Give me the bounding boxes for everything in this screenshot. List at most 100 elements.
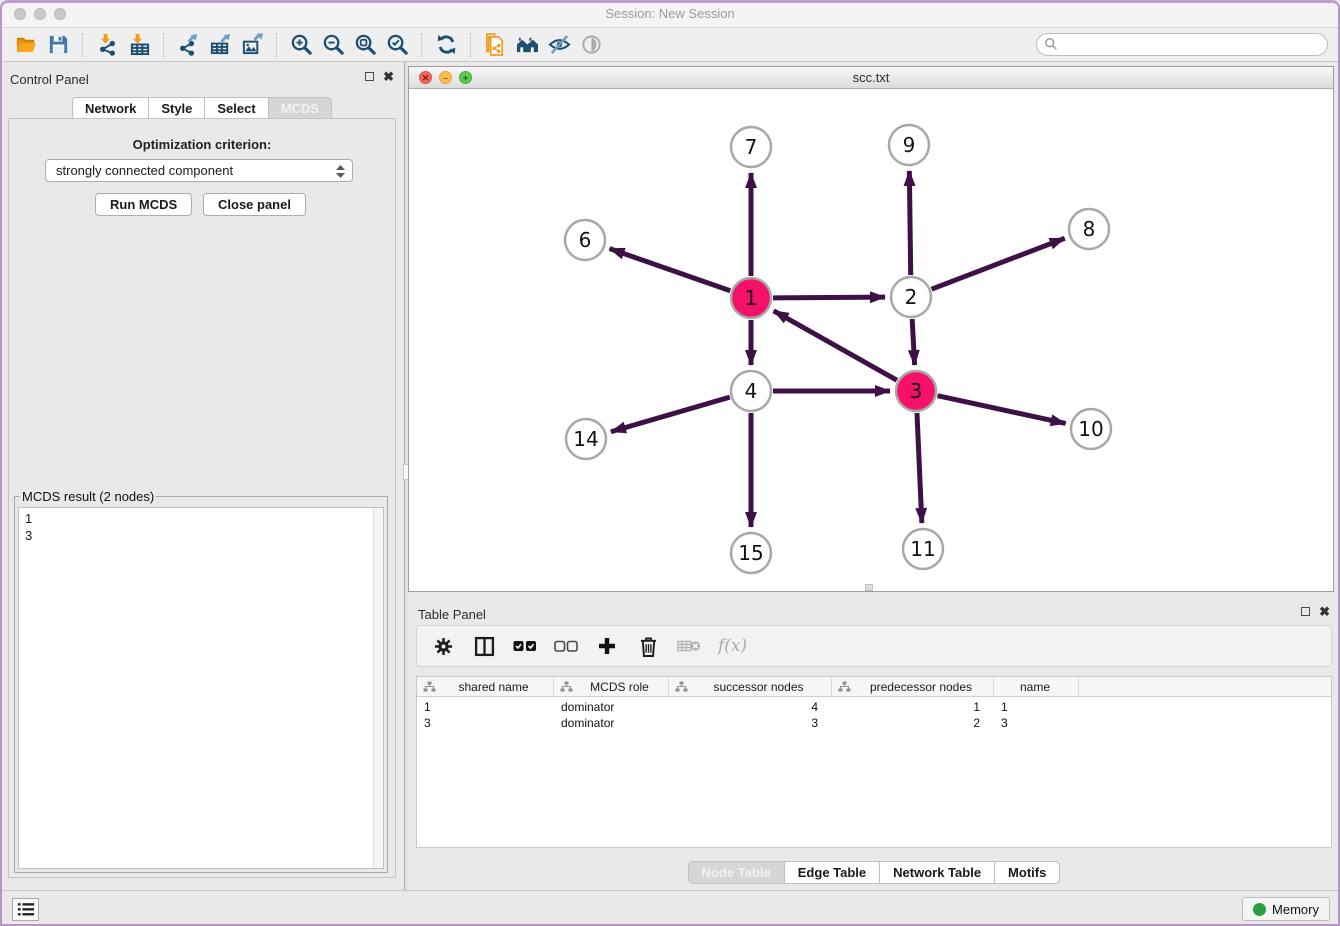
import-table-button[interactable] — [123, 31, 155, 59]
export-network-button[interactable] — [172, 31, 204, 59]
control-panel-title: Control Panel — [10, 72, 89, 87]
graph-edge-4-14[interactable] — [611, 397, 730, 432]
export-image-button[interactable] — [236, 31, 268, 59]
graph-edge-2-8[interactable] — [932, 238, 1065, 289]
dropdown-chevrons-icon — [335, 164, 346, 179]
node-table: shared nameMCDS rolesuccessor nodes prede… — [416, 676, 1332, 848]
show-all-hidden-button[interactable] — [575, 31, 607, 59]
tab-style[interactable]: Style — [148, 97, 205, 120]
graph-node-15[interactable]: 15 — [731, 533, 771, 573]
export-network-icon — [177, 33, 200, 56]
zoom-out-button[interactable] — [317, 31, 349, 59]
clone-network-icon — [484, 33, 507, 56]
float-panel-icon[interactable] — [365, 72, 374, 81]
graph-edge-3-11[interactable] — [917, 413, 922, 523]
close-panel-icon[interactable]: ✖ — [383, 71, 394, 82]
search-input[interactable] — [1036, 33, 1328, 56]
refresh-icon — [435, 33, 458, 56]
control-panel: Control Panel ✖ NetworkStyleSelectMCDS O… — [0, 62, 404, 890]
column-header-successor-nodes[interactable]: successor nodes — [669, 677, 832, 696]
table-row[interactable]: 1dominator411 — [417, 700, 1331, 716]
table-body: 1dominator4113dominator323 — [417, 700, 1331, 732]
clone-network-button[interactable] — [479, 31, 511, 59]
application-window: Session: New Session — [0, 0, 1340, 926]
toolbar-separator — [163, 33, 164, 57]
criterion-dropdown[interactable]: strongly connected component — [45, 159, 353, 182]
unselect-all-columns-button[interactable] — [554, 634, 578, 658]
graph-edge-2-3[interactable] — [912, 319, 914, 365]
mcds-result-text[interactable]: 13 — [18, 507, 384, 869]
tab-mcds[interactable]: MCDS — [268, 97, 332, 120]
zoom-selected-button[interactable] — [381, 31, 413, 59]
task-history-button[interactable] — [12, 898, 39, 921]
tab-network-table[interactable]: Network Table — [879, 861, 995, 884]
add-column-button[interactable] — [595, 634, 619, 658]
tab-edge-table[interactable]: Edge Table — [784, 861, 880, 884]
zoom-fit-button[interactable] — [349, 31, 381, 59]
graph-node-1[interactable]: 1 — [731, 278, 771, 318]
graph-node-3[interactable]: 3 — [896, 371, 936, 411]
table-cell-predecessor-nodes: 1 — [832, 700, 994, 716]
apply-function-button[interactable]: f(x) — [718, 636, 747, 656]
tab-motifs[interactable]: Motifs — [994, 861, 1060, 884]
float-panel-icon[interactable] — [1301, 607, 1310, 616]
graph-edge-1-2[interactable] — [773, 297, 885, 298]
tab-node-table[interactable]: Node Table — [688, 861, 785, 884]
table-cell-shared-name: 3 — [417, 716, 554, 732]
graph-node-label: 3 — [910, 379, 923, 403]
graph-node-8[interactable]: 8 — [1069, 209, 1109, 249]
refresh-button[interactable] — [430, 31, 462, 59]
table-cell-shared-name: 1 — [417, 700, 554, 716]
graph-node-10[interactable]: 10 — [1071, 409, 1111, 449]
mcds-result-box: MCDS result (2 nodes) 13 — [14, 489, 388, 873]
column-header-mcds-role[interactable]: MCDS role — [554, 677, 669, 696]
export-table-button[interactable] — [204, 31, 236, 59]
delete-columns-button[interactable] — [636, 634, 660, 658]
network-canvas[interactable]: 1 2 3 4 6 7 8 9 10 11 14 15 — [409, 89, 1333, 591]
home-layout-button[interactable] — [511, 31, 543, 59]
graph-node-11[interactable]: 11 — [903, 529, 943, 569]
column-header-predecessor-nodes[interactable]: predecessor nodes — [832, 677, 994, 696]
import-table-icon — [128, 33, 151, 56]
graph-edge-3-1[interactable] — [774, 311, 897, 380]
network-graph: 1 2 3 4 6 7 8 9 10 11 14 15 — [409, 89, 1333, 591]
save-session-button[interactable] — [42, 31, 74, 59]
close-panel-icon[interactable]: ✖ — [1319, 606, 1330, 617]
graph-edge-3-10[interactable] — [937, 396, 1065, 424]
memory-button[interactable]: Memory — [1242, 897, 1330, 921]
table-row[interactable]: 3dominator323 — [417, 716, 1331, 732]
column-header-name[interactable]: name — [994, 677, 1079, 696]
graph-node-2[interactable]: 2 — [891, 277, 931, 317]
optimization-criterion-label: Optimization criterion: — [9, 137, 395, 152]
graph-node-14[interactable]: 14 — [566, 419, 606, 459]
graph-node-6[interactable]: 6 — [565, 220, 605, 260]
show-columns-button[interactable] — [472, 634, 496, 658]
tab-select[interactable]: Select — [204, 97, 268, 120]
column-header-label: predecessor nodes — [857, 680, 993, 694]
graph-edge-2-9[interactable] — [909, 171, 910, 275]
graph-node-7[interactable]: 7 — [731, 127, 771, 167]
column-header-shared-name[interactable]: shared name — [417, 677, 554, 696]
hide-selected-button[interactable] — [543, 31, 575, 59]
delete-table-button[interactable] — [677, 634, 701, 658]
result-scrollbar[interactable] — [373, 508, 383, 868]
search-box — [1036, 33, 1328, 56]
close-panel-button[interactable]: Close panel — [203, 193, 306, 216]
graph-edge-1-6[interactable] — [610, 249, 731, 291]
network-window-titlebar[interactable]: ✕ – + scc.txt — [409, 67, 1333, 89]
graph-node-4[interactable]: 4 — [731, 371, 771, 411]
open-session-button[interactable] — [10, 31, 42, 59]
window-titlebar[interactable]: Session: New Session — [0, 0, 1340, 28]
zoom-in-button[interactable] — [285, 31, 317, 59]
toolbar-separator — [82, 33, 83, 57]
eye-disabled-icon — [580, 33, 603, 56]
open-folder-icon — [15, 33, 38, 56]
run-mcds-button[interactable]: Run MCDS — [95, 193, 192, 216]
graph-node-9[interactable]: 9 — [889, 125, 929, 165]
network-resize-handle[interactable] — [865, 584, 873, 591]
table-settings-button[interactable] — [431, 634, 455, 658]
table-toolbar: f(x) — [416, 625, 1332, 667]
import-network-button[interactable] — [91, 31, 123, 59]
tab-network[interactable]: Network — [72, 97, 149, 120]
select-all-columns-button[interactable] — [513, 634, 537, 658]
